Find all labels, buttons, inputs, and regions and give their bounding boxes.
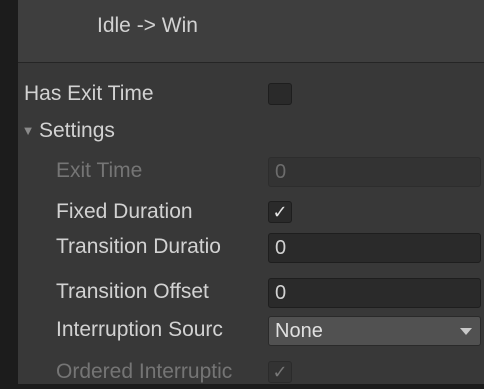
transition-duration-value: 0 bbox=[275, 237, 287, 259]
transition-offset-value: 0 bbox=[275, 282, 287, 304]
transition-offset-row: Transition Offset 0 bbox=[18, 275, 484, 309]
transition-offset-label: Transition Offset bbox=[56, 280, 209, 303]
transition-duration-row: Transition Duratio 0 bbox=[18, 230, 484, 264]
transition-header: Idle -> Win bbox=[18, 0, 484, 63]
exit-time-label: Exit Time bbox=[56, 159, 143, 182]
has-exit-time-checkbox[interactable] bbox=[268, 83, 292, 105]
settings-foldout[interactable]: ▼ Settings bbox=[18, 114, 484, 148]
fixed-duration-checkbox[interactable]: ✓ bbox=[268, 201, 292, 223]
has-exit-time-row: Has Exit Time bbox=[18, 77, 484, 111]
settings-label: Settings bbox=[39, 119, 115, 142]
ordered-interruption-checkbox: ✓ bbox=[268, 361, 292, 383]
exit-time-field: 0 bbox=[268, 157, 481, 187]
foldout-arrow-icon[interactable]: ▼ bbox=[18, 114, 38, 148]
checkmark-icon: ✓ bbox=[272, 362, 288, 383]
interruption-source-dropdown[interactable]: None bbox=[268, 316, 481, 346]
interruption-source-value: None bbox=[275, 320, 323, 342]
transition-duration-label: Transition Duratio bbox=[56, 235, 221, 258]
dropdown-arrow-icon bbox=[460, 328, 472, 335]
inspector-panel: Idle -> Win Has Exit Time ▼ Settings Exi… bbox=[18, 0, 484, 384]
transition-offset-field[interactable]: 0 bbox=[268, 278, 481, 308]
exit-time-row: Exit Time 0 bbox=[18, 154, 484, 188]
transition-duration-field[interactable]: 0 bbox=[268, 233, 481, 263]
fixed-duration-label: Fixed Duration bbox=[56, 200, 193, 223]
has-exit-time-label: Has Exit Time bbox=[24, 82, 154, 105]
transition-title: Idle -> Win bbox=[97, 14, 198, 37]
fixed-duration-row: Fixed Duration ✓ bbox=[18, 195, 484, 229]
interruption-source-label: Interruption Sourc bbox=[56, 318, 223, 341]
checkmark-icon: ✓ bbox=[272, 202, 288, 223]
exit-time-value: 0 bbox=[275, 161, 287, 183]
interruption-source-row: Interruption Sourc None bbox=[18, 313, 484, 347]
